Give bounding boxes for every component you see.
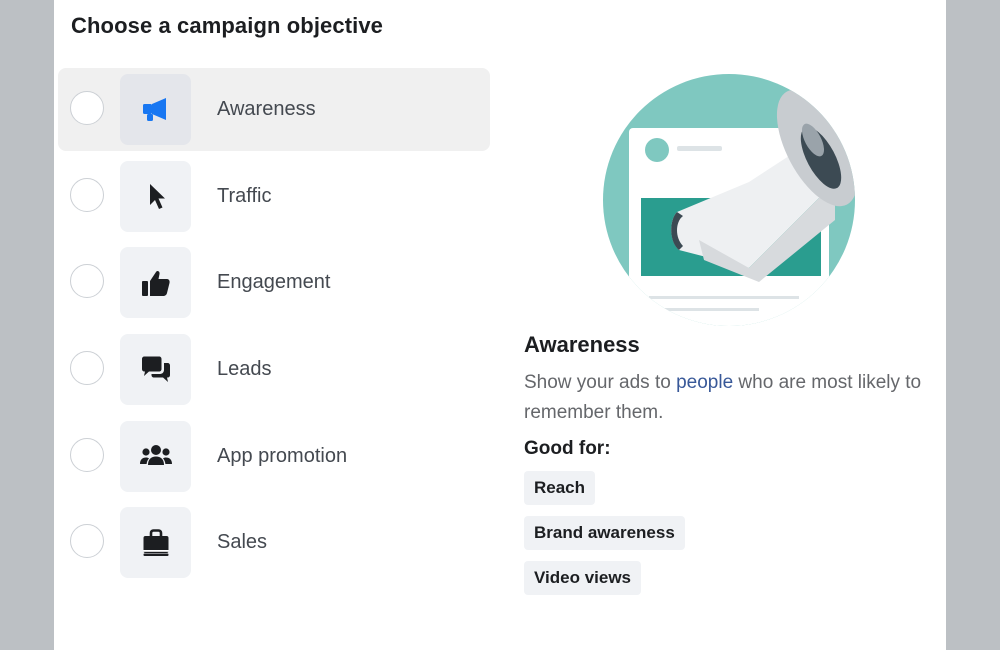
objective-option-awareness[interactable]: Awareness [58,68,490,151]
chat-bubbles-icon [120,334,191,406]
objective-option-sales[interactable]: Sales [58,501,490,584]
objective-detail-panel: Awareness Show your ads to people who ar… [524,332,924,606]
objective-label: Leads [217,358,272,381]
objective-list: Awareness Traffic Engagement Leads App p… [58,68,490,588]
good-for-tags: Reach Brand awareness Video views [524,471,924,595]
detail-title: Awareness [524,332,640,357]
people-link[interactable]: people [676,372,733,393]
thumbs-up-icon [120,247,191,319]
megaphone-icon [120,74,191,145]
radio-button[interactable] [70,177,104,212]
campaign-objective-dialog: Choose a campaign objective Awareness Tr… [54,0,946,650]
megaphone-illustration [599,70,859,330]
objective-label: App promotion [217,444,348,467]
objective-option-engagement[interactable]: Engagement [58,241,490,324]
shopping-bag-icon [120,507,191,579]
dialog-title: Choose a campaign objective [71,13,384,38]
objective-option-app-promotion[interactable]: App promotion [58,415,490,498]
tag-video-views: Video views [524,561,642,595]
objective-option-traffic[interactable]: Traffic [58,155,490,238]
radio-button[interactable] [70,437,104,472]
radio-button[interactable] [70,351,104,386]
radio-button[interactable] [70,91,104,125]
tag-brand-awareness: Brand awareness [524,516,685,550]
description-text: Show your ads to [524,372,677,393]
objective-option-leads[interactable]: Leads [58,328,490,411]
objective-label: Sales [217,531,268,554]
people-icon [120,420,191,492]
objective-label: Traffic [217,184,272,207]
radio-button[interactable] [70,524,104,559]
cursor-icon [120,160,191,232]
tag-reach: Reach [524,471,596,505]
good-for-label: Good for: [524,438,611,459]
detail-description: Show your ads to people who are most lik… [524,368,924,428]
radio-button[interactable] [70,264,104,299]
objective-label: Engagement [217,271,331,294]
objective-label: Awareness [217,98,316,120]
